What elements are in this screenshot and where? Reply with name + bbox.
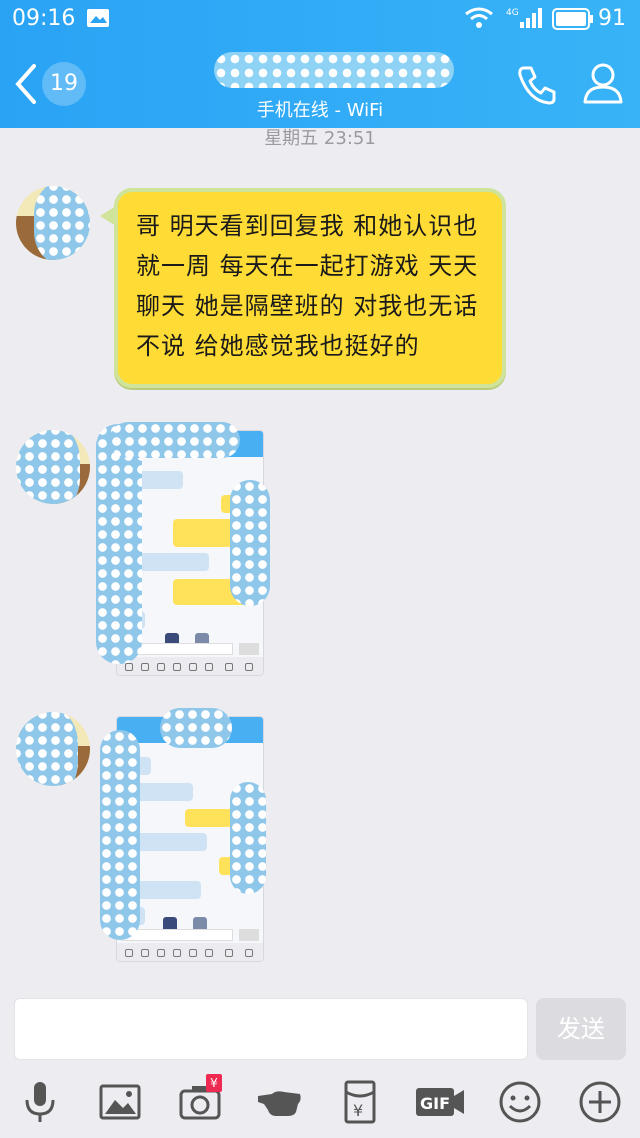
screenshot-input <box>121 929 233 941</box>
scribble-overlay <box>230 782 266 894</box>
message-input[interactable] <box>14 998 528 1060</box>
battery-level: 91 <box>598 6 626 31</box>
sender-avatar[interactable] <box>16 186 90 260</box>
contact-name-obscured <box>214 52 454 88</box>
svg-text:¥: ¥ <box>353 1101 363 1120</box>
message-bubble[interactable]: 哥 明天看到回复我 和她认识也就一周 每天在一起打游戏 天天聊天 她是隔壁班的 … <box>100 188 506 388</box>
scribble-overlay <box>96 424 142 664</box>
screenshot-toolbar <box>117 943 263 961</box>
plus-icon[interactable] <box>576 1078 624 1126</box>
screenshot-send <box>239 929 259 941</box>
screenshot-toolbar <box>117 657 263 675</box>
contact-profile-button[interactable] <box>580 60 626 110</box>
svg-text:4G: 4G <box>506 8 519 18</box>
status-time: 09:16 <box>12 6 76 31</box>
phone-call-button[interactable] <box>514 62 560 112</box>
status-bar: 09:16 4G 91 <box>0 0 640 40</box>
red-packet-icon[interactable]: ¥ <box>336 1078 384 1126</box>
microphone-icon[interactable] <box>16 1078 64 1126</box>
svg-text:GIF: GIF <box>420 1094 450 1113</box>
camera-icon[interactable]: ¥ <box>176 1074 224 1126</box>
input-area: 发送 ¥ ¥ GIF <box>0 988 640 1138</box>
send-button[interactable]: 发送 <box>536 998 626 1060</box>
sender-avatar[interactable] <box>16 712 90 786</box>
wifi-icon <box>464 6 494 34</box>
emoji-icon[interactable] <box>496 1078 544 1126</box>
chat-header: 09:16 4G 91 19 手机在线 - WiFi <box>0 0 640 128</box>
screenshot-send <box>239 643 259 655</box>
poke-icon[interactable] <box>256 1078 304 1126</box>
sender-avatar[interactable] <box>16 430 90 504</box>
scribble-overlay <box>230 480 270 606</box>
scribble-overlay <box>160 708 232 748</box>
input-toolbar: ¥ ¥ GIF <box>0 1072 640 1132</box>
scribble-overlay <box>100 730 140 940</box>
scribble-overlay <box>110 422 240 458</box>
gif-icon[interactable]: GIF <box>414 1078 466 1126</box>
message-timestamp: 星期五 23:51 <box>264 128 376 149</box>
battery-icon <box>552 8 594 34</box>
gallery-notification-icon <box>86 8 110 32</box>
message-text: 哥 明天看到回复我 和她认识也就一周 每天在一起打游戏 天天聊天 她是隔壁班的 … <box>136 212 479 360</box>
image-icon[interactable] <box>96 1078 144 1126</box>
red-tag-icon: ¥ <box>206 1074 222 1092</box>
signal-icon: 4G <box>504 6 544 34</box>
